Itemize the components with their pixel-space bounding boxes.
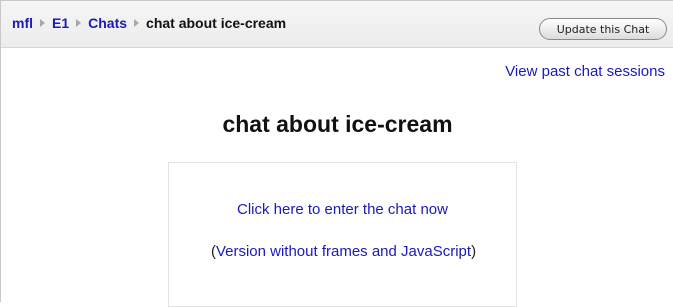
breadcrumb-item-mfl[interactable]: mfl [12, 15, 33, 31]
chat-entry-box: Click here to enter the chat now (Versio… [168, 162, 517, 307]
enter-chat-link[interactable]: Click here to enter the chat now [169, 201, 516, 218]
view-past-sessions-link[interactable]: View past chat sessions [505, 63, 665, 80]
noframes-close-paren: ) [471, 243, 477, 260]
update-chat-button[interactable]: Update this Chat [539, 18, 667, 40]
breadcrumb-separator-icon [40, 19, 45, 27]
noframes-version: (Version without frames and JavaScript) [209, 241, 478, 262]
breadcrumb-separator-icon [134, 19, 140, 27]
breadcrumb-current: chat about ice-cream [146, 15, 287, 31]
breadcrumb-item-chats[interactable]: Chats [88, 15, 127, 31]
page-frame: mfl E1 Chats chat about ice-cream Update… [0, 0, 673, 307]
breadcrumb: mfl E1 Chats chat about ice-cream [12, 15, 286, 31]
breadcrumb-item-e1[interactable]: E1 [52, 15, 69, 31]
breadcrumb-separator-icon [76, 19, 82, 27]
page-title: chat about ice-cream [222, 111, 453, 137]
navbar: mfl E1 Chats chat about ice-cream Update… [1, 1, 673, 48]
noframes-version-link[interactable]: Version without frames and JavaScript [216, 243, 471, 260]
